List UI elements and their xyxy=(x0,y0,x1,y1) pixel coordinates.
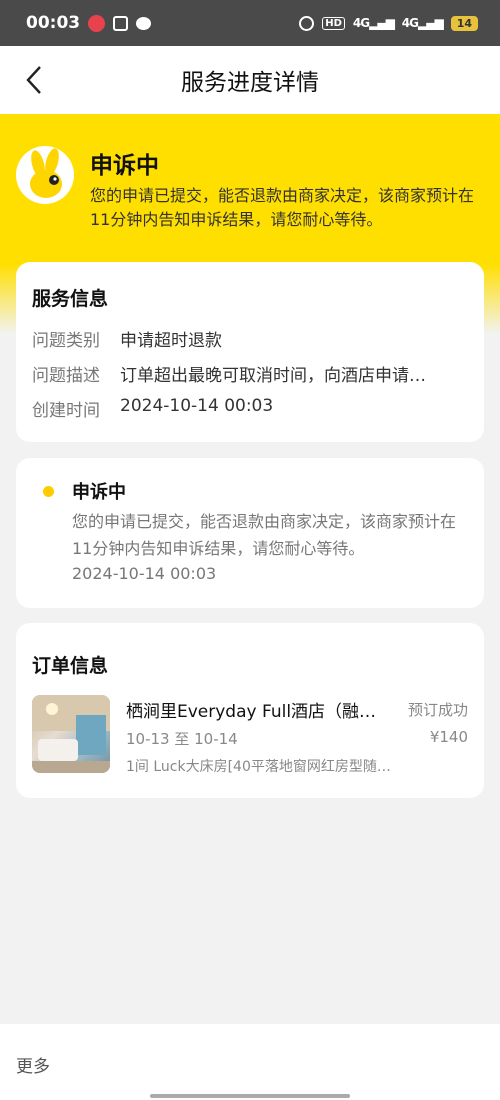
order-price: ¥140 xyxy=(429,728,468,746)
hero-status-description: 您的申请已提交，能否退款由商家决定，该商家预计在11分钟内告知申诉结果，请您耐心… xyxy=(90,186,475,229)
battery-icon: 14 xyxy=(450,15,478,31)
info-label: 创建时间 xyxy=(32,401,100,421)
progress-time: 2024-10-14 00:03 xyxy=(72,564,217,583)
nav-bar: 服务进度详情 xyxy=(0,46,500,114)
room-type: 1间 Luck大床房[40平落地窗网红房型随… xyxy=(126,759,391,775)
progress-title: 申诉中 xyxy=(72,482,126,503)
service-info-card: 服务信息 问题类别 申请超时退款 问题描述 订单超出最晚可取消时间，向酒店申请…… xyxy=(16,262,484,442)
progress-description: 您的申请已提交，能否退款由商家决定，该商家预计在11分钟内告知申诉结果，请您耐心… xyxy=(72,512,457,558)
info-value: 申请超时退款 xyxy=(120,331,222,351)
app-notification-icon-2 xyxy=(113,15,129,31)
hotel-name: 栖涧里Everyday Full酒店（融… xyxy=(126,702,377,722)
hotel-room-picture xyxy=(32,695,110,773)
service-info-title: 服务信息 xyxy=(32,288,109,310)
status-bar-left: 00:03 xyxy=(26,13,152,33)
stay-dates: 10-13 至 10-14 xyxy=(126,730,238,748)
info-row-description: 问题描述 订单超出最晚可取消时间，向酒店申请… xyxy=(32,361,460,386)
info-row-category: 问题类别 申请超时退款 xyxy=(32,326,460,351)
signal-icon: 4G▂▄▆ xyxy=(352,16,395,30)
status-time: 00:03 xyxy=(26,13,81,33)
bottom-bar: 更多 xyxy=(0,1024,500,1100)
more-button[interactable]: 更多 xyxy=(16,1052,50,1077)
progress-dot-icon xyxy=(43,486,54,497)
info-row-created-time: 创建时间 2024-10-14 00:03 xyxy=(32,396,460,421)
mascot-avatar xyxy=(16,146,74,204)
order-info-card[interactable]: 订单信息 栖涧里Everyday Full酒店（融… 预订成功 10-13 至 … xyxy=(16,623,484,798)
order-info-title: 订单信息 xyxy=(32,655,109,677)
info-label: 问题类别 xyxy=(32,331,100,351)
message-icon xyxy=(136,16,152,30)
info-value: 订单超出最晚可取消时间，向酒店申请… xyxy=(120,366,426,386)
back-button[interactable] xyxy=(14,60,54,100)
status-bar: 00:03 HD 4G▂▄▆ 4G▂▄▆ 14 xyxy=(0,0,500,46)
order-status-badge: 预订成功 xyxy=(407,701,468,719)
home-indicator[interactable] xyxy=(150,1094,350,1098)
mascot-icon xyxy=(30,148,62,198)
app-notification-icon xyxy=(88,14,106,32)
hotel-room-image xyxy=(32,695,110,773)
signal-icon-2: 4G▂▄▆ xyxy=(401,16,444,30)
hd-icon: HD xyxy=(322,16,345,30)
page-title: 服务进度详情 xyxy=(181,70,319,96)
hero-status-title: 申诉中 xyxy=(90,153,159,179)
info-value: 2024-10-14 00:03 xyxy=(120,396,274,416)
info-label: 问题描述 xyxy=(32,366,100,386)
alarm-icon xyxy=(299,15,315,31)
back-arrow-icon xyxy=(26,66,41,94)
status-bar-right: HD 4G▂▄▆ 4G▂▄▆ 14 xyxy=(299,15,478,31)
progress-card: 申诉中 您的申请已提交，能否退款由商家决定，该商家预计在11分钟内告知申诉结果，… xyxy=(16,458,484,608)
